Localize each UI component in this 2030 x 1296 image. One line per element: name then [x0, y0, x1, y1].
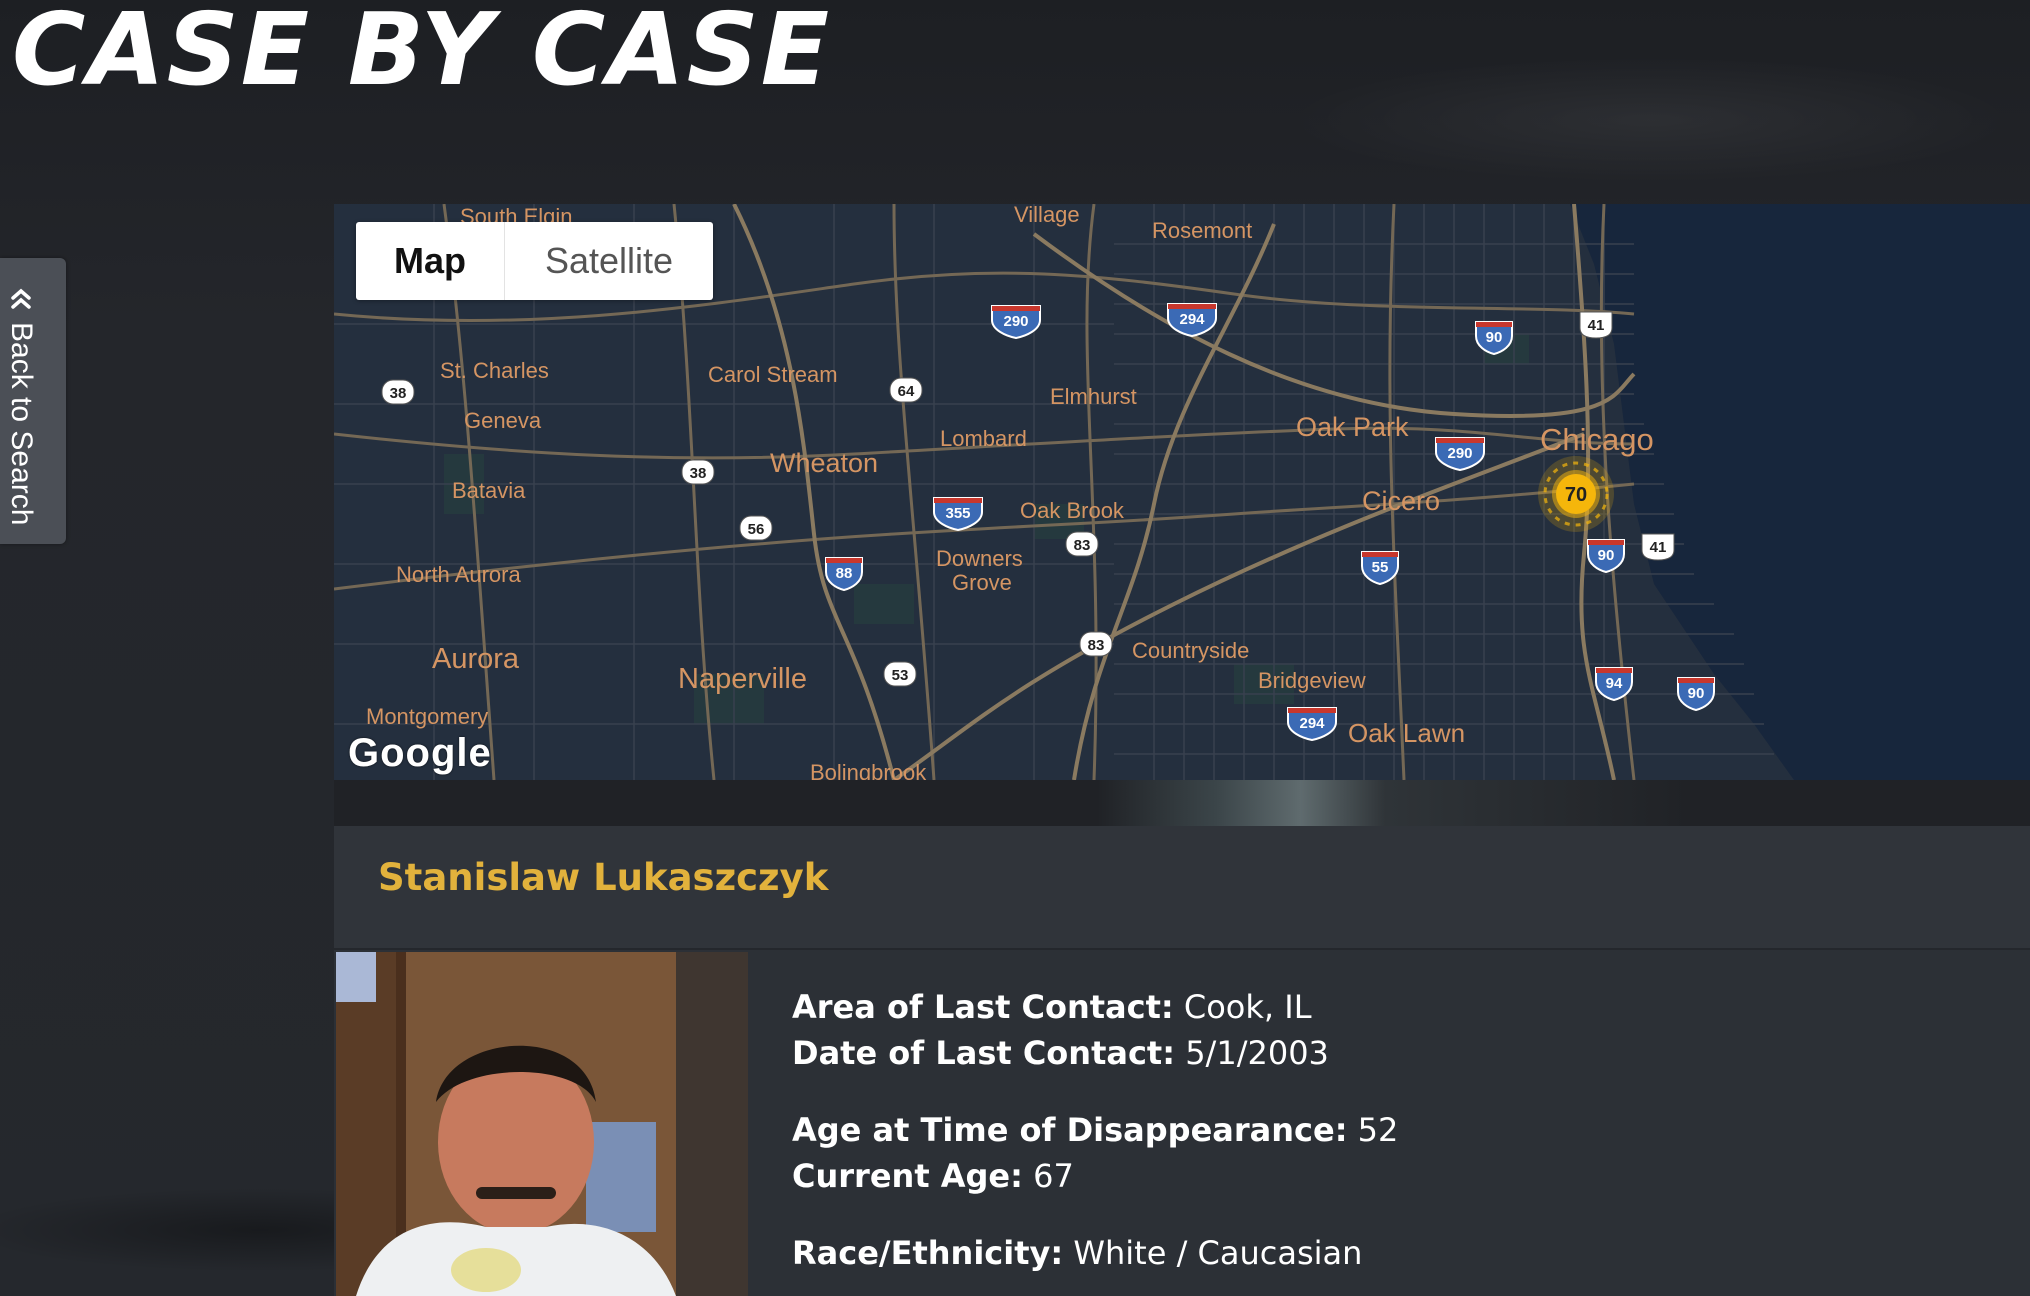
detail-age-at-disappearance: Age at Time of Disappearance: 52: [792, 1111, 1398, 1149]
svg-text:55: 55: [1372, 559, 1389, 576]
case-name[interactable]: Stanislaw Lukaszczyk: [378, 856, 828, 899]
svg-text:41: 41: [1588, 317, 1605, 334]
state-route-shield: 64: [889, 377, 923, 403]
svg-text:88: 88: [836, 565, 853, 582]
interstate-shield: 294: [1287, 707, 1337, 742]
cluster-count: 70: [1565, 484, 1587, 506]
svg-text:90: 90: [1688, 685, 1705, 702]
place-village: Village: [1014, 204, 1080, 227]
detail-value: 67: [1033, 1157, 1074, 1195]
detail-label: Date of Last Contact:: [792, 1034, 1176, 1072]
detail-race-ethnicity: Race/Ethnicity: White / Caucasian: [792, 1234, 1362, 1272]
detail-value: White / Caucasian: [1073, 1234, 1363, 1272]
map-type-toggle[interactable]: Map Satellite: [356, 222, 714, 300]
place-oak-lawn: Oak Lawn: [1348, 718, 1465, 748]
svg-text:38: 38: [390, 385, 407, 402]
back-to-search-button[interactable]: Back to Search: [0, 258, 66, 544]
place-aurora: Aurora: [432, 643, 520, 675]
place-elmhurst: Elmhurst: [1050, 384, 1137, 409]
case-header: Stanislaw Lukaszczyk: [334, 826, 2030, 950]
svg-text:290: 290: [1447, 445, 1472, 462]
place-downers: Downers: [936, 546, 1023, 571]
place-lombard: Lombard: [940, 426, 1027, 451]
detail-date-of-last-contact: Date of Last Contact: 5/1/2003: [792, 1034, 1329, 1072]
place-naperville: Naperville: [678, 663, 807, 695]
map-type-map-button[interactable]: Map: [356, 222, 504, 300]
place-bolingbrook: Bolingbrook: [810, 760, 927, 780]
place-countryside: Countryside: [1132, 638, 1249, 663]
detail-label: Area of Last Contact:: [792, 988, 1174, 1026]
back-to-search-label: Back to Search: [5, 322, 38, 526]
case-photo-image: [336, 952, 748, 1296]
svg-text:94: 94: [1606, 675, 1623, 692]
svg-text:90: 90: [1486, 329, 1503, 346]
case-card: Stanislaw Lukaszczyk Area of Last Contac…: [334, 826, 2030, 1296]
place-carol-stream: Carol Stream: [708, 362, 838, 387]
svg-text:53: 53: [892, 667, 909, 684]
detail-value: Cook, IL: [1183, 988, 1312, 1026]
place-rosemont: Rosemont: [1152, 218, 1252, 243]
double-chevron-left-icon: [11, 288, 31, 309]
map-view[interactable]: South Elgin Village Rosemont St. Charles…: [334, 204, 2030, 780]
svg-text:38: 38: [690, 465, 707, 482]
svg-text:290: 290: [1003, 313, 1028, 330]
state-route-shield: 83: [1065, 531, 1099, 557]
detail-label: Age at Time of Disappearance:: [792, 1111, 1348, 1149]
interstate-shield: 290: [1435, 437, 1485, 472]
detail-value: 5/1/2003: [1185, 1034, 1329, 1072]
place-oak-park: Oak Park: [1296, 412, 1409, 442]
place-wheaton: Wheaton: [770, 448, 878, 478]
detail-label: Race/Ethnicity:: [792, 1234, 1064, 1272]
interstate-shield: 294: [1167, 303, 1217, 338]
detail-label: Current Age:: [792, 1157, 1023, 1195]
place-batavia: Batavia: [452, 478, 526, 503]
interstate-shield: 94: [1595, 667, 1633, 702]
svg-text:83: 83: [1088, 637, 1105, 654]
place-oak-brook: Oak Brook: [1020, 498, 1125, 523]
svg-text:83: 83: [1074, 537, 1091, 554]
detail-area-of-last-contact: Area of Last Contact: Cook, IL: [792, 988, 1312, 1026]
state-route-shield: 38: [381, 379, 415, 405]
map-type-satellite-button[interactable]: Satellite: [504, 222, 713, 300]
svg-text:41: 41: [1650, 539, 1667, 556]
interstate-shield: 290: [991, 305, 1041, 340]
svg-text:90: 90: [1598, 547, 1615, 564]
place-bridgeview: Bridgeview: [1258, 668, 1366, 693]
state-route-shield: 41: [1641, 533, 1675, 561]
svg-text:294: 294: [1179, 311, 1205, 328]
svg-text:64: 64: [898, 383, 915, 400]
place-cicero: Cicero: [1362, 486, 1440, 516]
place-montgomery: Montgomery: [366, 704, 488, 729]
svg-text:294: 294: [1299, 715, 1325, 732]
place-st-charles: St. Charles: [440, 358, 549, 383]
state-route-shield: 38: [681, 459, 715, 485]
place-grove: Grove: [952, 570, 1012, 595]
interstate-shield: 90: [1677, 677, 1715, 712]
interstate-shield: 55: [1361, 551, 1399, 586]
cluster-marker: 70: [1538, 456, 1614, 532]
state-route-shield: 41: [1579, 311, 1613, 339]
place-geneva: Geneva: [464, 408, 542, 433]
svg-text:56: 56: [748, 521, 765, 538]
detail-value: 52: [1357, 1111, 1399, 1149]
place-north-aurora: North Aurora: [396, 562, 521, 587]
detail-current-age: Current Age: 67: [792, 1157, 1074, 1195]
place-chicago: Chicago: [1540, 422, 1654, 457]
site-title: CASE BY CASE: [12, 0, 832, 108]
case-photo[interactable]: [336, 952, 748, 1296]
interstate-shield: 90: [1587, 539, 1625, 574]
google-logo: Google: [348, 731, 492, 775]
svg-text:355: 355: [945, 505, 970, 522]
decorative-strip: [334, 780, 2030, 826]
state-route-shield: 83: [1079, 631, 1113, 657]
interstate-shield: 355: [933, 497, 983, 532]
state-route-shield: 56: [739, 515, 773, 541]
state-route-shield: 53: [883, 661, 917, 687]
